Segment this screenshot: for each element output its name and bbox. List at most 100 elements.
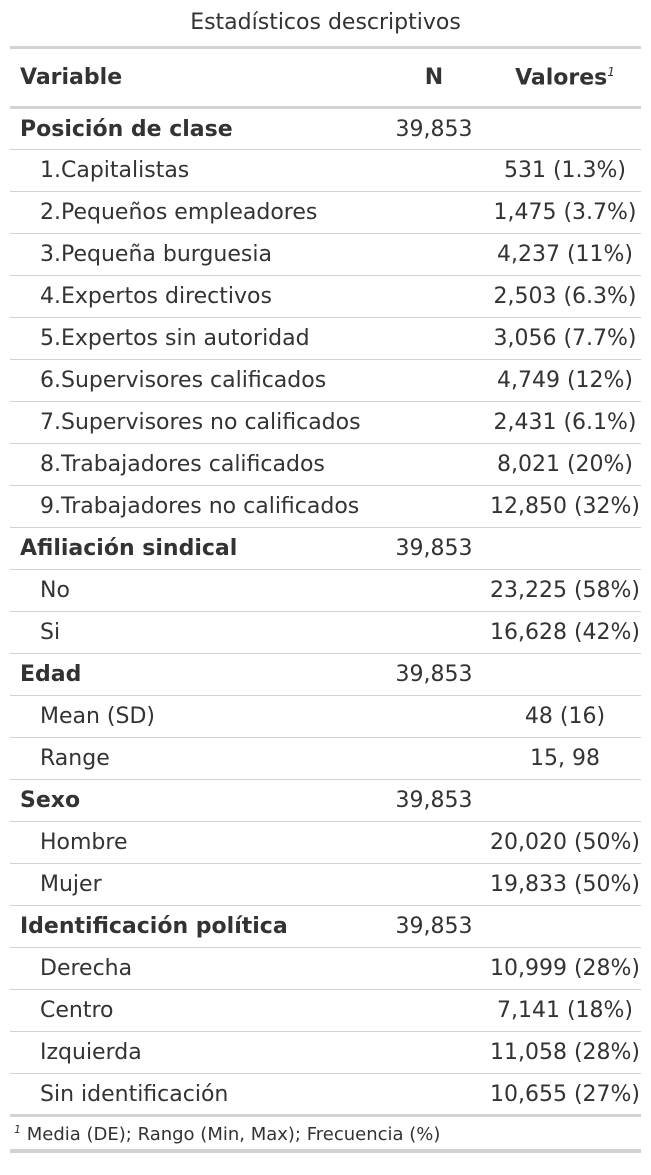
row-label: Izquierda	[10, 1031, 379, 1074]
level-row: 6.Supervisores calificados 4,749 (12%)	[10, 359, 641, 402]
row-n	[379, 401, 489, 444]
row-value: 16,628 (42%)	[489, 611, 641, 654]
row-value	[489, 527, 641, 570]
row-value: 20,020 (50%)	[489, 821, 641, 864]
descriptive-stats-table: Variable N Valores1 Posición de clase 39,…	[10, 46, 641, 1117]
level-row: Hombre 20,020 (50%)	[10, 821, 641, 864]
row-value: 1,475 (3.7%)	[489, 191, 641, 234]
group-row: Sexo 39,853	[10, 779, 641, 822]
row-value: 3,056 (7.7%)	[489, 317, 641, 360]
header-row: Variable N Valores1	[10, 46, 641, 109]
row-value	[489, 653, 641, 696]
row-label: Range	[10, 737, 379, 780]
group-row: Identificación política 39,853	[10, 905, 641, 948]
row-n	[379, 821, 489, 864]
level-row: Sin identificación 10,655 (27%)	[10, 1073, 641, 1117]
row-label: Sexo	[10, 779, 379, 822]
row-n	[379, 863, 489, 906]
summary-table-container: Estadísticos descriptivos Variable N Val…	[0, 0, 651, 1153]
group-row: Afiliación sindical 39,853	[10, 527, 641, 570]
row-n: 39,853	[379, 653, 489, 696]
row-n	[379, 569, 489, 612]
level-row: Range 15, 98	[10, 737, 641, 780]
row-label: Si	[10, 611, 379, 654]
row-label: 6.Supervisores calificados	[10, 359, 379, 402]
level-row: Izquierda 11,058 (28%)	[10, 1031, 641, 1074]
row-label: Sin identificación	[10, 1073, 379, 1117]
row-value: 4,749 (12%)	[489, 359, 641, 402]
column-header-values-label: Valores	[515, 65, 608, 91]
row-label: 5.Expertos sin autoridad	[10, 317, 379, 360]
row-label: Mujer	[10, 863, 379, 906]
row-label: 4.Expertos directivos	[10, 275, 379, 318]
row-label: 2.Pequeños empleadores	[10, 191, 379, 234]
table-footnote: 1 Media (DE); Rango (Min, Max); Frecuenc…	[10, 1117, 641, 1153]
row-label: Identificación política	[10, 905, 379, 948]
level-row: 7.Supervisores no calificados 2,431 (6.1%…	[10, 401, 641, 444]
row-n	[379, 1031, 489, 1074]
row-value	[489, 905, 641, 948]
row-n	[379, 695, 489, 738]
row-n	[379, 149, 489, 192]
row-n	[379, 233, 489, 276]
row-value	[489, 107, 641, 150]
row-n	[379, 737, 489, 780]
level-row: 2.Pequeños empleadores 1,475 (3.7%)	[10, 191, 641, 234]
row-label: 8.Trabajadores calificados	[10, 443, 379, 486]
level-row: Mean (SD) 48 (16)	[10, 695, 641, 738]
row-n	[379, 611, 489, 654]
row-n: 39,853	[379, 107, 489, 150]
row-value: 11,058 (28%)	[489, 1031, 641, 1074]
row-n: 39,853	[379, 905, 489, 948]
row-n	[379, 443, 489, 486]
row-value: 2,431 (6.1%)	[489, 401, 641, 444]
row-label: Edad	[10, 653, 379, 696]
level-row: No 23,225 (58%)	[10, 569, 641, 612]
footnote-text: Media (DE); Rango (Min, Max); Frecuencia…	[26, 1124, 441, 1145]
footnote-mark: 1	[14, 1123, 21, 1136]
column-header-variable: Variable	[10, 46, 379, 109]
row-label: 3.Pequeña burguesia	[10, 233, 379, 276]
level-row: Centro 7,141 (18%)	[10, 989, 641, 1032]
row-value: 12,850 (32%)	[489, 485, 641, 528]
level-row: 9.Trabajadores no calificados 12,850 (32%…	[10, 485, 641, 528]
row-value: 4,237 (11%)	[489, 233, 641, 276]
table-body: Posición de clase 39,853 1.Capitalistas 531…	[10, 107, 641, 1117]
row-value: 531 (1.3%)	[489, 149, 641, 192]
table-header: Variable N Valores1	[10, 46, 641, 109]
row-label: 7.Supervisores no calificados	[10, 401, 379, 444]
column-header-n: N	[379, 46, 489, 109]
row-n: 39,853	[379, 527, 489, 570]
row-n	[379, 485, 489, 528]
row-value: 2,503 (6.3%)	[489, 275, 641, 318]
row-n	[379, 359, 489, 402]
level-row: 8.Trabajadores calificados 8,021 (20%)	[10, 443, 641, 486]
row-n	[379, 317, 489, 360]
level-row: 4.Expertos directivos 2,503 (6.3%)	[10, 275, 641, 318]
row-label: Hombre	[10, 821, 379, 864]
row-value: 19,833 (50%)	[489, 863, 641, 906]
row-value: 10,999 (28%)	[489, 947, 641, 990]
column-header-values: Valores1	[489, 46, 641, 109]
level-row: 3.Pequeña burguesia 4,237 (11%)	[10, 233, 641, 276]
level-row: Derecha 10,999 (28%)	[10, 947, 641, 990]
row-value: 10,655 (27%)	[489, 1073, 641, 1117]
level-row: Mujer 19,833 (50%)	[10, 863, 641, 906]
row-n	[379, 947, 489, 990]
row-label: Derecha	[10, 947, 379, 990]
row-label: 1.Capitalistas	[10, 149, 379, 192]
row-label: No	[10, 569, 379, 612]
row-label: Mean (SD)	[10, 695, 379, 738]
row-value: 23,225 (58%)	[489, 569, 641, 612]
row-label: Afiliación sindical	[10, 527, 379, 570]
row-n	[379, 275, 489, 318]
footnote-marker: 1	[607, 64, 615, 79]
row-label: 9.Trabajadores no calificados	[10, 485, 379, 528]
table-title: Estadísticos descriptivos	[190, 10, 461, 35]
row-value: 8,021 (20%)	[489, 443, 641, 486]
row-n	[379, 1073, 489, 1117]
group-row: Edad 39,853	[10, 653, 641, 696]
row-n: 39,853	[379, 779, 489, 822]
row-n	[379, 191, 489, 234]
row-value	[489, 779, 641, 822]
